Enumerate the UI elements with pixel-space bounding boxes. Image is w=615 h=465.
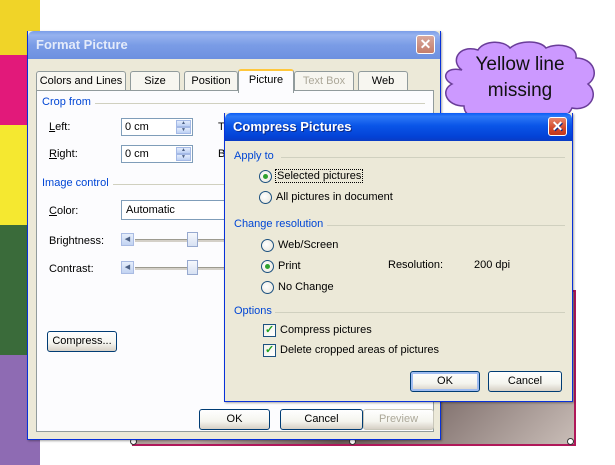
slider-track[interactable] xyxy=(135,267,231,270)
tab-size[interactable]: Size xyxy=(130,71,180,91)
checkbox-label: Delete cropped areas of pictures xyxy=(280,344,439,356)
compress-cancel-button[interactable]: Cancel xyxy=(488,371,562,392)
resolution-label: Resolution: xyxy=(388,259,444,271)
compress-ok-button[interactable]: OK xyxy=(410,371,480,392)
radio-button[interactable] xyxy=(261,281,274,294)
spin-down-icon[interactable]: ▼ xyxy=(176,127,191,134)
format-picture-titlebar[interactable]: Format Picture ✕ xyxy=(28,31,440,59)
checkbox[interactable] xyxy=(263,323,276,337)
contrast-label: Contrast: xyxy=(49,263,94,275)
crop-right-spinner[interactable]: 0 cm ▲ ▼ xyxy=(121,145,193,163)
crop-right-value: 0 cm xyxy=(125,148,149,160)
compress-pictures-titlebar[interactable]: Compress Pictures ✕ xyxy=(225,113,572,141)
group-divider xyxy=(95,103,425,104)
format-picture-title: Format Picture xyxy=(36,37,128,52)
color-label-text: olor: xyxy=(56,205,79,217)
spin-down-icon[interactable]: ▼ xyxy=(176,154,191,161)
crop-left-value: 0 cm xyxy=(125,121,149,133)
spinner-arrows[interactable]: ▲ ▼ xyxy=(176,147,191,161)
radio-label: No Change xyxy=(278,281,334,293)
crop-left-label: Left: xyxy=(49,121,71,133)
apply-to-heading: Apply to xyxy=(234,150,274,162)
group-divider xyxy=(275,312,565,313)
checkbox[interactable] xyxy=(263,343,276,357)
crop-from-heading: Crop from xyxy=(42,96,91,108)
brightness-label: Brightness: xyxy=(49,235,105,247)
radio-label: Web/Screen xyxy=(278,239,339,251)
slider-thumb[interactable] xyxy=(187,260,198,275)
callout-text: Yellow line missing xyxy=(475,54,565,101)
tab-position[interactable]: Position xyxy=(184,71,238,91)
slider-left-arrow-icon[interactable]: ◀ xyxy=(121,233,134,246)
crop-left-spinner[interactable]: 0 cm ▲ ▼ xyxy=(121,118,193,136)
brightness-slider[interactable]: ◀ xyxy=(121,232,231,248)
color-label: Color: xyxy=(49,205,79,217)
compress-pictures-title: Compress Pictures xyxy=(233,119,352,134)
slider-track[interactable] xyxy=(135,239,231,242)
contrast-slider[interactable]: ◀ xyxy=(121,260,231,276)
spinner-arrows[interactable]: ▲ ▼ xyxy=(176,120,191,134)
slider-left-arrow-icon[interactable]: ◀ xyxy=(121,261,134,274)
group-divider xyxy=(281,157,565,158)
close-icon[interactable]: ✕ xyxy=(416,35,435,54)
tab-picture[interactable]: Picture xyxy=(238,69,294,93)
resolution-value: 200 dpi xyxy=(474,259,511,271)
tab-text-box: Text Box xyxy=(294,71,354,91)
radio-button[interactable] xyxy=(259,191,272,204)
color-dropdown[interactable]: Automatic xyxy=(121,200,231,220)
format-picture-cancel-button[interactable]: Cancel xyxy=(280,409,363,430)
options-heading: Options xyxy=(234,305,272,317)
radio-button[interactable] xyxy=(259,170,272,183)
crop-right-label: Right: xyxy=(49,148,78,160)
radio-button[interactable] xyxy=(261,260,274,273)
change-resolution-heading: Change resolution xyxy=(234,218,324,230)
radio-label: Print xyxy=(278,260,301,272)
radio-label: Selected pictures xyxy=(274,169,364,183)
radio-button[interactable] xyxy=(261,239,274,252)
spin-up-icon[interactable]: ▲ xyxy=(176,147,191,154)
compress-button[interactable]: Compress... xyxy=(47,331,117,352)
checkbox-label: Compress pictures xyxy=(280,324,372,336)
resize-handle[interactable] xyxy=(567,438,574,445)
tab-web[interactable]: Web xyxy=(358,71,408,91)
crop-left-label-text: eft: xyxy=(55,121,71,133)
spin-up-icon[interactable]: ▲ xyxy=(176,120,191,127)
preview-button: Preview xyxy=(363,409,434,430)
crop-right-label-text: ight: xyxy=(56,148,78,160)
group-divider xyxy=(327,225,565,226)
format-picture-ok-button[interactable]: OK xyxy=(199,409,270,430)
radio-label: All pictures in document xyxy=(276,191,393,203)
compress-pictures-dialog: Compress Pictures ✕ Apply to Selected pi… xyxy=(224,113,573,402)
close-icon[interactable]: ✕ xyxy=(548,117,567,136)
slider-thumb[interactable] xyxy=(187,232,198,247)
color-value: Automatic xyxy=(126,204,175,216)
image-control-heading: Image control xyxy=(42,177,109,189)
tab-colors-and-lines[interactable]: Colors and Lines xyxy=(36,71,126,91)
